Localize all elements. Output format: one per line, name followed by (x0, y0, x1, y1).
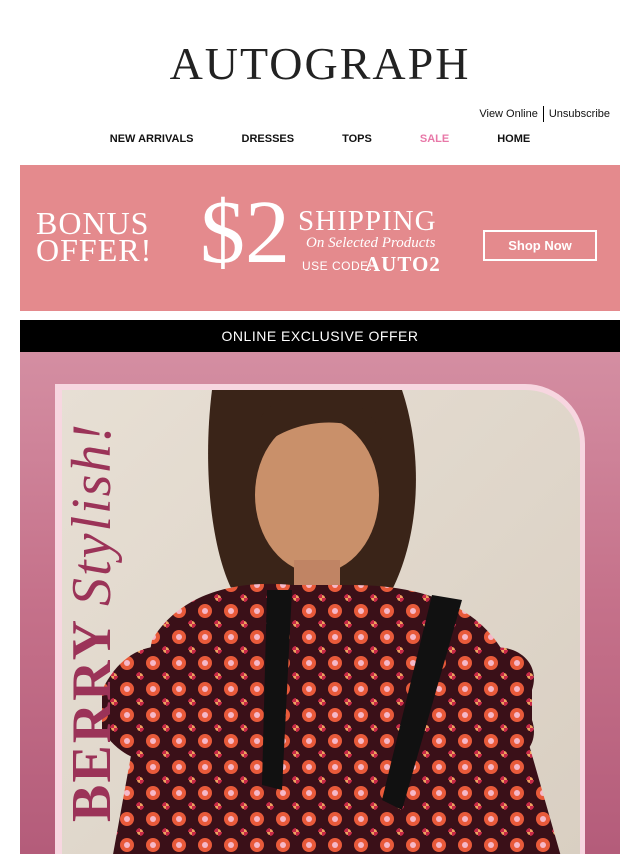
hero-banner[interactable]: BERRY Stylish! (20, 352, 620, 854)
shipping-amount: $2 (200, 183, 290, 282)
headline-bold-word: BERRY (61, 617, 123, 822)
nav-dresses[interactable]: DRESSES (218, 131, 319, 147)
offer-line: OFFER! (36, 232, 153, 268)
berry-stylish-headline: BERRY Stylish! (60, 422, 124, 822)
utility-links: View Online Unsubscribe (479, 106, 610, 122)
model-illustration (102, 390, 561, 854)
shop-now-button[interactable]: Shop Now (483, 230, 597, 261)
nav-sale[interactable]: SALE (396, 131, 473, 147)
promo-code-label: USE CODE: (302, 259, 373, 273)
model-photo (62, 390, 580, 854)
view-online-link[interactable]: View Online (479, 108, 538, 120)
nav-home[interactable]: HOME (473, 131, 554, 147)
online-exclusive-bar: ONLINE EXCLUSIVE OFFER (20, 320, 620, 352)
autograph-logo[interactable]: AUTOGRAPH (0, 36, 640, 92)
nav-tops[interactable]: TOPS (318, 131, 396, 147)
bonus-offer-heading: BONUS OFFER! (36, 207, 153, 268)
nav-new-arrivals[interactable]: NEW ARRIVALS (86, 131, 218, 147)
main-navigation: NEW ARRIVALS DRESSES TOPS SALE HOME (0, 131, 640, 147)
divider (542, 106, 544, 122)
promo-code: AUTO2 (365, 252, 441, 276)
unsubscribe-link[interactable]: Unsubscribe (549, 108, 610, 120)
selected-products-note: On Selected Products (306, 235, 436, 251)
shipping-label: SHIPPING (298, 205, 437, 237)
bonus-offer-banner[interactable]: BONUS OFFER! $2 SHIPPING On Selected Pro… (20, 165, 620, 311)
headline-script-word: Stylish! (61, 421, 123, 606)
